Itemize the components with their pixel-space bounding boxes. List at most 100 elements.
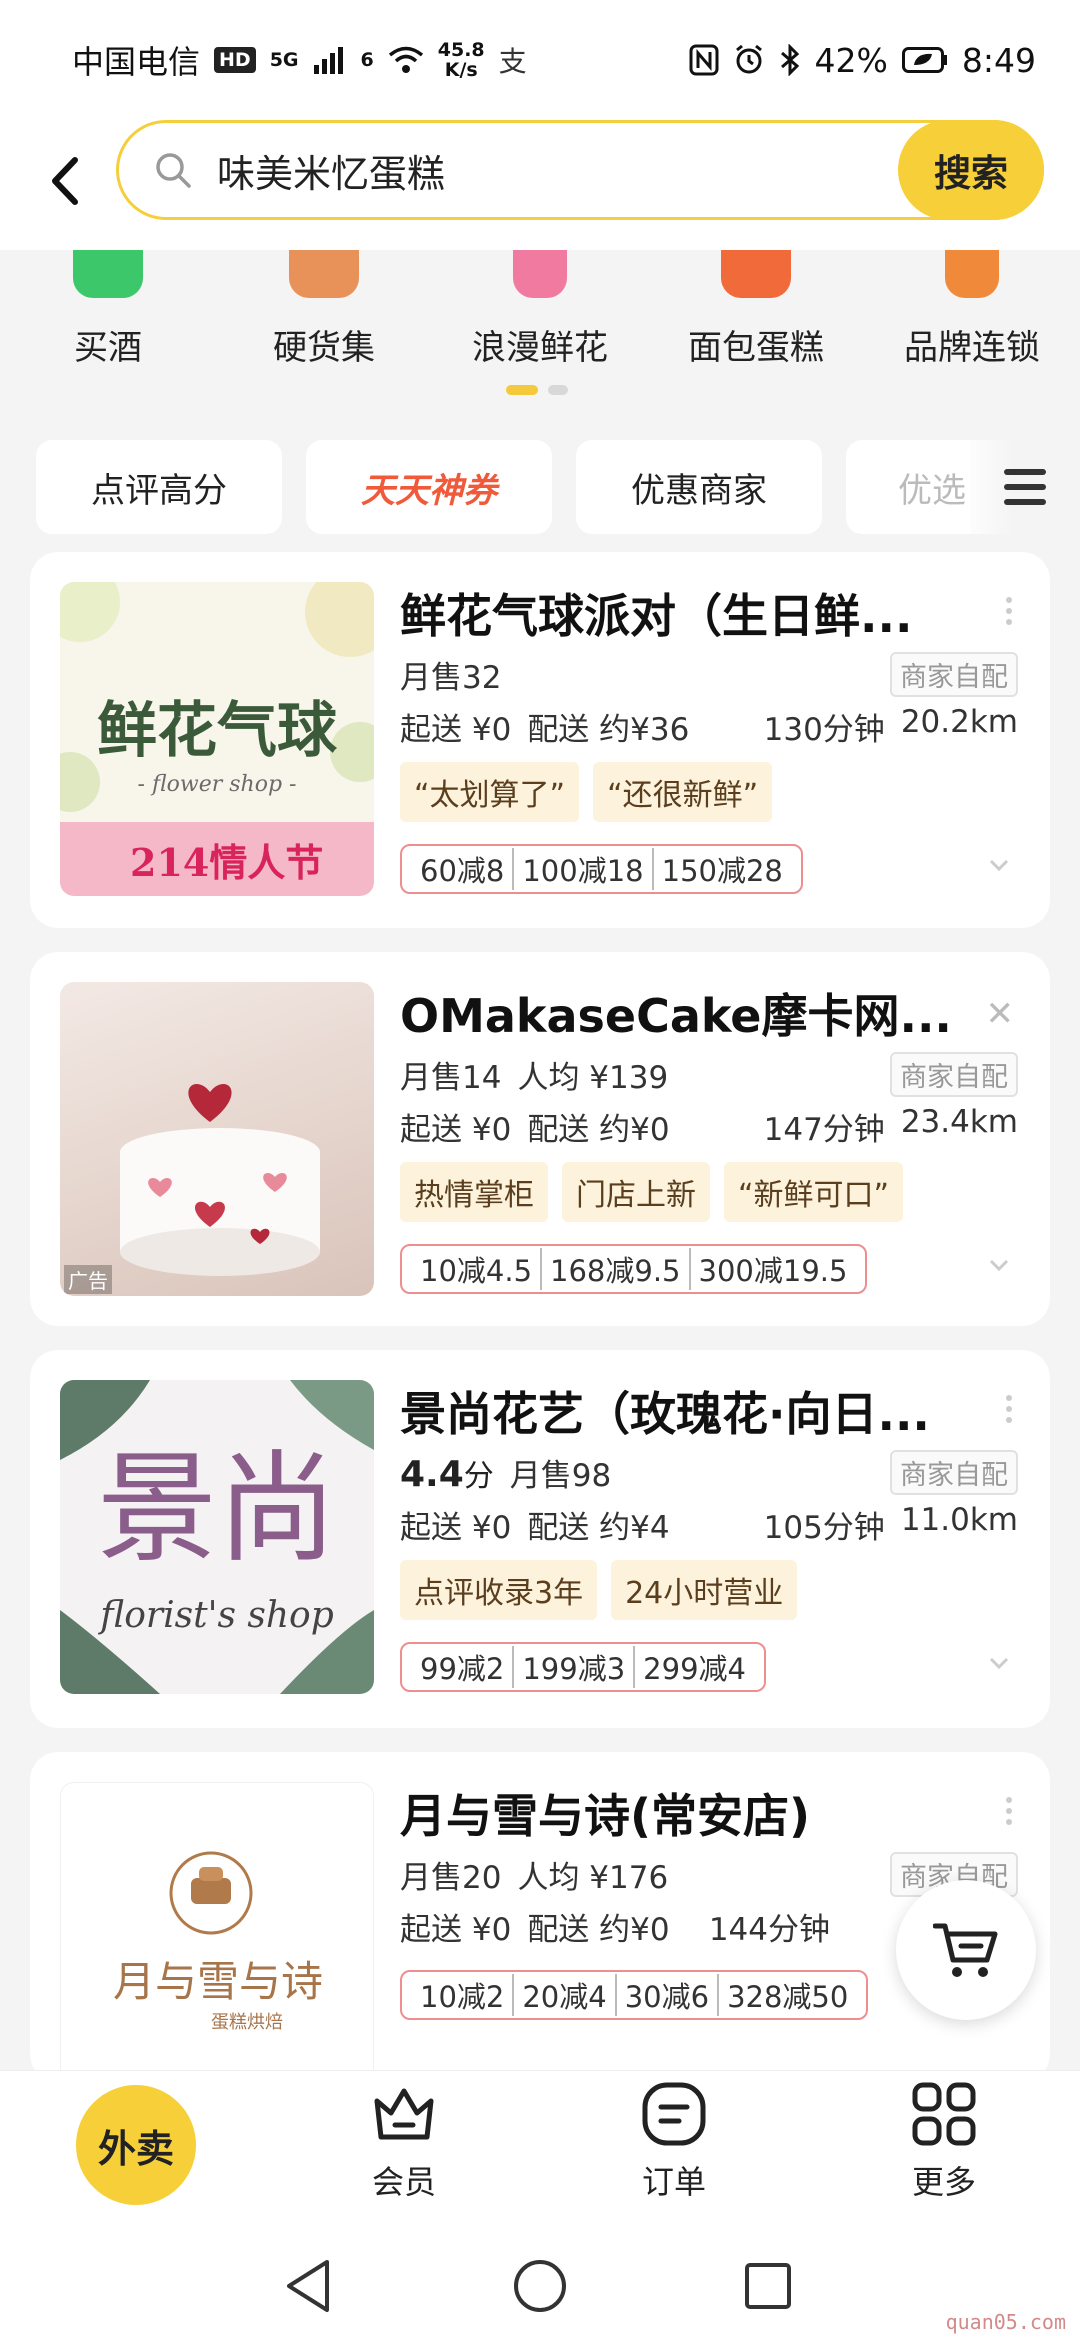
review-tag: 热情掌柜 (400, 1162, 548, 1222)
review-tag: “太划算了” (400, 762, 580, 822)
category-bread-cake[interactable]: 面包蛋糕 (648, 250, 864, 370)
review-tag: “新鲜可口” (724, 1162, 904, 1222)
category-label: 硬货集 (273, 328, 375, 368)
search-input[interactable]: 味美米忆蛋糕 搜索 (116, 120, 1044, 220)
review-tag: “还很新鲜” (593, 762, 773, 822)
delivery-time: 130分钟 (763, 712, 885, 748)
cart-icon (933, 1923, 998, 1977)
distance: 23.4km (900, 1104, 1018, 1140)
store-stats: 月售14 人均 ¥139 (400, 1052, 668, 1097)
category-buy-wine[interactable]: 买酒 (0, 250, 216, 370)
system-back-button[interactable] (278, 2256, 338, 2316)
monthly-sales: 月售14 (400, 1060, 502, 1096)
delivery-eta: 147分钟 23.4km (764, 1104, 1018, 1149)
store-card[interactable]: 景尚 florist's shop 景尚花艺（玫瑰花·向日... 4.4分 月售… (30, 1350, 1050, 1728)
monthly-sales: 月售32 (400, 660, 502, 696)
filter-top-rated[interactable]: 点评高分 (36, 440, 282, 534)
min-order: 起送 ¥0 (400, 1912, 512, 1948)
chevron-down-icon[interactable] (988, 1258, 1010, 1272)
category-pager (506, 385, 568, 395)
goods-icon (289, 250, 359, 298)
store-name[interactable]: OMakaseCake摩卡网... (400, 980, 980, 1046)
watermark: quan05.com (945, 2310, 1066, 2334)
filter-row: 点评高分 天天神券 优惠商家 优选 (0, 440, 1080, 534)
delivery-time: 144分钟 (708, 1912, 830, 1948)
category-label: 浪漫鲜花 (472, 328, 608, 368)
distance: 20.2km (900, 704, 1018, 740)
circle-home-icon (514, 2260, 566, 2312)
store-card[interactable]: 月与雪与诗 蛋糕烘焙 月与雪与诗(常安店) 月售20 人均 ¥176 商家自配 … (30, 1752, 1050, 2096)
category-brand-chain[interactable]: 品牌连锁 (864, 250, 1080, 370)
review-tags: 点评收录3年 24小时营业 (400, 1560, 798, 1620)
nav-member[interactable]: 会员 (304, 2081, 504, 2203)
min-order: 起送 ¥0 (400, 712, 512, 748)
network-speed: 45.8 K/s (438, 40, 485, 80)
store-card[interactable]: 鲜花气球 - flower shop - 214情人节 鲜花气球派对（生日鲜..… (30, 552, 1050, 928)
more-options-icon[interactable] (1004, 1394, 1014, 1424)
delivery-fee: 配送 约¥4 (527, 1510, 670, 1546)
pager-dot (548, 385, 568, 395)
thumb-title: 景尚 (97, 1440, 337, 1579)
close-icon[interactable]: ✕ (986, 994, 1015, 1034)
delivery-info: 起送 ¥0 配送 约¥0 (400, 1904, 670, 1949)
promo-item: 199减3 (512, 1646, 633, 1688)
chevron-down-icon[interactable] (988, 1656, 1010, 1670)
category-area: 买酒 硬货集 浪漫鲜花 面包蛋糕 品牌连锁 (0, 250, 1080, 410)
more-options-icon[interactable] (1004, 596, 1014, 626)
delivery-fee: 配送 约¥36 (527, 712, 690, 748)
thumb-title: 月与雪与诗 (112, 1957, 323, 2006)
chevron-down-icon[interactable] (988, 858, 1010, 872)
promo-item: 299减4 (633, 1646, 754, 1688)
delivery-type-badge: 商家自配 (890, 652, 1018, 697)
nav-takeout[interactable]: 外卖 (76, 2085, 196, 2205)
system-recents-button[interactable] (738, 2256, 798, 2316)
monthly-sales: 月售20 (400, 1860, 502, 1896)
promo-item: 300减19.5 (688, 1248, 856, 1290)
filter-daily-coupon[interactable]: 天天神券 (306, 440, 552, 534)
square-recents-icon (745, 2263, 791, 2309)
back-button[interactable] (40, 146, 90, 216)
nav-label: 更多 (911, 2163, 976, 2201)
battery-icon (901, 47, 948, 73)
delivery-type-badge: 商家自配 (890, 1450, 1018, 1495)
category-row: 买酒 硬货集 浪漫鲜花 面包蛋糕 品牌连锁 (0, 250, 1080, 370)
thumb-subtitle: 蛋糕烘焙 (211, 2012, 283, 2033)
promo-item: 168减9.5 (540, 1248, 688, 1290)
review-tags: 热情掌柜 门店上新 “新鲜可口” (400, 1162, 904, 1222)
promo-item: 30减6 (614, 1974, 717, 2016)
store-name[interactable]: 鲜花气球派对（生日鲜... (400, 580, 980, 646)
cart-button[interactable] (896, 1880, 1036, 2020)
wifi-icon (388, 46, 423, 73)
distance: 11.0km (900, 1502, 1018, 1538)
alarm-icon (735, 44, 762, 74)
ad-label: 广告 (64, 1265, 112, 1294)
delivery-info: 起送 ¥0 配送 约¥36 (400, 704, 689, 749)
more-options-icon[interactable] (1004, 1796, 1014, 1826)
speed-unit: K/s (444, 59, 478, 81)
status-bar: 中国电信 HD 5G 6 45.8 K/s 支 42% 8:49 (0, 0, 1080, 120)
promo-list: 10减2 20减4 30减6 328减50 (400, 1970, 869, 2020)
nav-label: 订单 (641, 2163, 706, 2201)
nav-more[interactable]: 更多 (844, 2081, 1044, 2203)
store-thumbnail: 月与雪与诗 蛋糕烘焙 (60, 1782, 374, 2096)
triangle-back-icon (287, 2260, 329, 2312)
promo-item: 60减8 (420, 854, 505, 888)
thumb-subtitle: florist's shop (100, 1595, 334, 1636)
category-label: 面包蛋糕 (688, 328, 824, 368)
nav-orders[interactable]: 订单 (574, 2081, 774, 2203)
grid-icon (912, 2082, 976, 2146)
store-name[interactable]: 月与雪与诗(常安店) (400, 1780, 980, 1846)
filter-discount-stores[interactable]: 优惠商家 (576, 440, 822, 534)
search-button[interactable]: 搜索 (898, 120, 1044, 220)
system-home-button[interactable] (510, 2256, 570, 2316)
category-flowers[interactable]: 浪漫鲜花 (432, 250, 648, 370)
clock: 8:49 (961, 40, 1036, 80)
filter-menu-button[interactable] (970, 440, 1080, 534)
store-card[interactable]: 广告 OMakaseCake摩卡网... ✕ 月售14 人均 ¥139 商家自配… (30, 952, 1050, 1326)
category-label: 买酒 (74, 328, 142, 368)
category-hard-goods[interactable]: 硬货集 (216, 250, 432, 370)
signal-icon (313, 47, 343, 74)
delivery-eta: 130分钟 20.2km (764, 704, 1018, 749)
store-name[interactable]: 景尚花艺（玫瑰花·向日... (400, 1378, 980, 1444)
min-order: 起送 ¥0 (400, 1510, 512, 1546)
